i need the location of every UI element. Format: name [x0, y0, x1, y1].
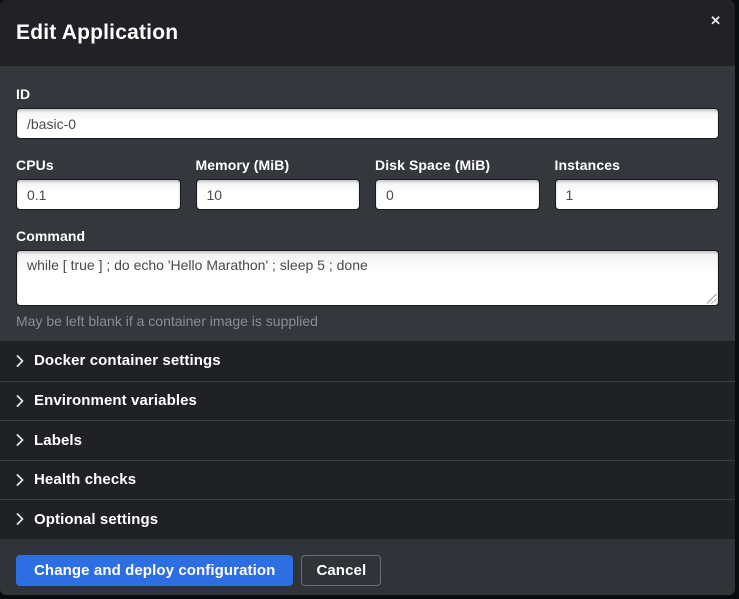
chevron-right-icon — [16, 474, 24, 486]
cpus-label: CPUs — [16, 157, 181, 173]
section-label: Environment variables — [34, 392, 197, 409]
section-label: Labels — [34, 432, 82, 449]
command-field-group: Command while [ true ] ; do echo 'Hello … — [16, 228, 719, 329]
change-and-deploy-button[interactable]: Change and deploy configuration — [16, 555, 293, 586]
disk-field-group: Disk Space (MiB) — [375, 157, 540, 210]
memory-field-group: Memory (MiB) — [196, 157, 361, 210]
collapsible-sections: Docker container settings Environment va… — [0, 341, 735, 539]
section-docker-container-settings[interactable]: Docker container settings — [0, 341, 735, 381]
chevron-right-icon — [16, 513, 24, 525]
application-form: ID CPUs Memory (MiB) Disk Space (MiB) In… — [0, 66, 735, 341]
chevron-right-icon — [16, 355, 24, 367]
disk-input[interactable] — [375, 179, 540, 210]
memory-label: Memory (MiB) — [196, 157, 361, 173]
command-label: Command — [16, 228, 719, 244]
modal-title: Edit Application — [16, 21, 178, 45]
instances-input[interactable] — [555, 179, 720, 210]
section-environment-variables[interactable]: Environment variables — [0, 381, 735, 421]
memory-input[interactable] — [196, 179, 361, 210]
id-label: ID — [16, 86, 719, 102]
section-labels[interactable]: Labels — [0, 420, 735, 460]
section-label: Docker container settings — [34, 352, 221, 369]
modal-header: Edit Application ✕ — [0, 0, 735, 66]
id-input[interactable] — [16, 108, 719, 139]
cpus-field-group: CPUs — [16, 157, 181, 210]
modal-footer: Change and deploy configuration Cancel — [0, 539, 735, 596]
section-optional-settings[interactable]: Optional settings — [0, 499, 735, 539]
resource-fields-row: CPUs Memory (MiB) Disk Space (MiB) Insta… — [16, 157, 719, 210]
chevron-right-icon — [16, 434, 24, 446]
id-field-group: ID — [16, 86, 719, 139]
section-health-checks[interactable]: Health checks — [0, 460, 735, 500]
command-textarea[interactable]: while [ true ] ; do echo 'Hello Marathon… — [16, 250, 719, 306]
cancel-button[interactable]: Cancel — [301, 555, 381, 586]
instances-field-group: Instances — [555, 157, 720, 210]
section-label: Optional settings — [34, 511, 158, 528]
close-icon[interactable]: ✕ — [710, 14, 721, 27]
cpus-input[interactable] — [16, 179, 181, 210]
command-textarea-wrap: while [ true ] ; do echo 'Hello Marathon… — [16, 250, 719, 306]
command-help-text: May be left blank if a container image i… — [16, 313, 719, 329]
edit-application-modal: Edit Application ✕ ID CPUs Memory (MiB) … — [0, 0, 735, 595]
chevron-right-icon — [16, 395, 24, 407]
instances-label: Instances — [555, 157, 720, 173]
section-label: Health checks — [34, 471, 136, 488]
disk-label: Disk Space (MiB) — [375, 157, 540, 173]
